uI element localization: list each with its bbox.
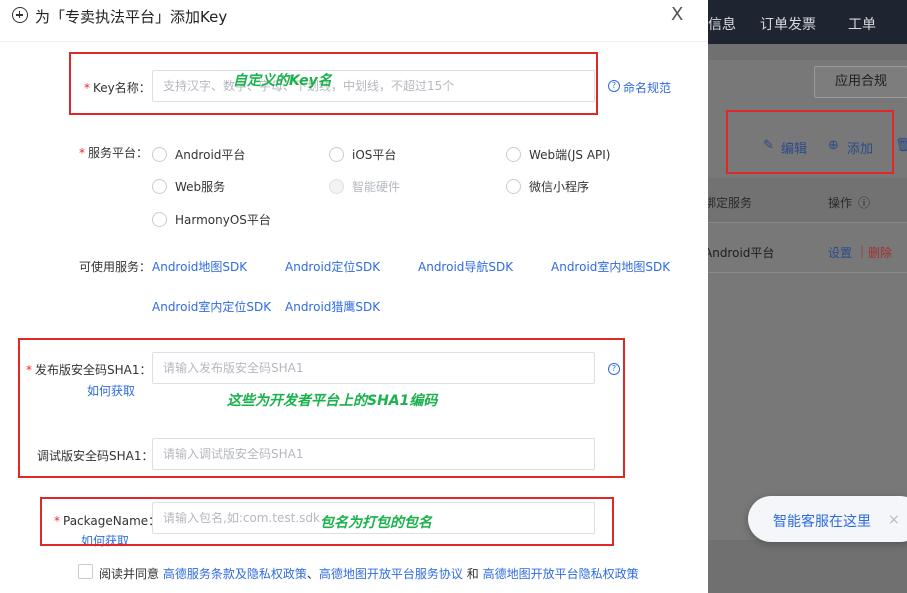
radio-smart-hardware-label: 智能硬件 — [352, 180, 401, 194]
radio-circle-icon[interactable] — [506, 147, 521, 162]
help-icon[interactable]: ? — [608, 80, 620, 92]
service-agreement-link[interactable]: 高德地图开放平台服务协议 — [319, 567, 463, 581]
agreement-text: 阅读并同意 高德服务条款及隐私权政策、高德地图开放平台服务协议 和 高德地图开放… — [99, 565, 639, 582]
naming-rules-link[interactable]: 命名规范 — [623, 79, 671, 96]
agreement-prefix: 阅读并同意 — [99, 567, 160, 581]
radio-wechat-mini-label: 微信小程序 — [529, 180, 590, 194]
service-link[interactable]: Android室内地图SDK — [551, 258, 670, 275]
service-link[interactable]: Android导航SDK — [418, 258, 513, 275]
radio-harmonyos-label: HarmonyOS平台 — [175, 213, 271, 227]
smart-service-text[interactable]: 智能客服在这里 — [773, 511, 871, 531]
agreement-checkbox[interactable] — [78, 564, 93, 579]
radio-android[interactable]: Android平台 — [152, 146, 245, 163]
close-icon[interactable]: X — [671, 4, 683, 25]
required-mark: * — [79, 146, 85, 160]
annotation-box-actions — [726, 110, 894, 174]
radio-smart-hardware: 智能硬件 — [329, 178, 400, 195]
radio-circle-icon[interactable] — [329, 147, 344, 162]
top-nav: 信息 订单发票 工单 — [708, 0, 907, 44]
nav-item-info[interactable]: 信息 — [708, 14, 736, 34]
radio-harmonyos[interactable]: HarmonyOS平台 — [152, 211, 271, 228]
radio-circle-icon[interactable] — [152, 179, 167, 194]
service-link[interactable]: Android室内定位SDK — [152, 298, 271, 315]
apply-compliance-button[interactable]: 应用合规 — [814, 66, 907, 98]
plus-circle-icon — [12, 7, 28, 23]
annotation-sha1: 这些为开发者平台上的SHA1编码 — [227, 393, 438, 409]
row-settings-link[interactable]: 设置 — [828, 244, 852, 261]
radio-web-service[interactable]: Web服务 — [152, 178, 225, 195]
chat-close-icon[interactable]: × — [888, 512, 900, 528]
annotation-box-key-name — [69, 52, 598, 115]
annotation-key-name: 自定义的Key名 — [233, 73, 332, 89]
radio-circle-icon[interactable] — [152, 212, 167, 227]
service-link[interactable]: Android猎鹰SDK — [285, 298, 380, 315]
radio-web-js[interactable]: Web端(JS API) — [506, 146, 610, 163]
table-header-service: 绑定服务 — [708, 196, 753, 210]
agreement-separator: 、 — [306, 567, 319, 581]
nav-item-ticket[interactable]: 工单 — [848, 14, 876, 34]
annotation-package: 包名为打包的包名 — [320, 515, 432, 531]
dialog-header: 为「专卖执法平台」添加Key X — [0, 0, 708, 42]
add-key-dialog: 为「专卖执法平台」添加Key X *Key名称： ? 命名规范 *服务平台： A… — [0, 0, 708, 593]
radio-circle-icon[interactable] — [152, 147, 167, 162]
radio-ios-label: iOS平台 — [352, 148, 397, 162]
terms-privacy-link[interactable]: 高德服务条款及隐私权政策 — [163, 567, 307, 581]
table-row-divider — [708, 272, 907, 273]
radio-android-label: Android平台 — [175, 148, 246, 162]
table-divider — [708, 222, 907, 223]
nav-item-invoice[interactable]: 订单发票 — [760, 14, 816, 34]
privacy-policy-link[interactable]: 高德地图开放平台隐私权政策 — [483, 567, 639, 581]
radio-circle-icon — [329, 179, 344, 194]
row-platform: Android平台 — [708, 246, 775, 260]
row-delete-link[interactable]: 删除 — [868, 244, 892, 261]
radio-ios[interactable]: iOS平台 — [329, 146, 396, 163]
service-link[interactable]: Android定位SDK — [285, 258, 380, 275]
delete-icon[interactable]: 🗑 — [895, 138, 907, 153]
radio-web-js-label: Web端(JS API) — [529, 148, 611, 162]
service-platform-label: * 服务平台： — [79, 144, 148, 161]
info-icon: ⓘ — [858, 196, 871, 210]
radio-circle-icon[interactable] — [506, 179, 521, 194]
radio-wechat-mini[interactable]: 微信小程序 — [506, 178, 589, 195]
service-link[interactable]: Android地图SDK — [152, 258, 247, 275]
agreement-and: 和 — [466, 567, 479, 581]
available-services-label: 可使用服务： — [79, 260, 152, 274]
dialog-title: 为「专卖执法平台」添加Key — [35, 8, 228, 26]
service-platform-label-text: 服务平台： — [88, 146, 149, 160]
row-separator: | — [860, 244, 865, 258]
table-header-ops: 操作 — [828, 196, 853, 210]
radio-web-service-label: Web服务 — [175, 180, 226, 194]
